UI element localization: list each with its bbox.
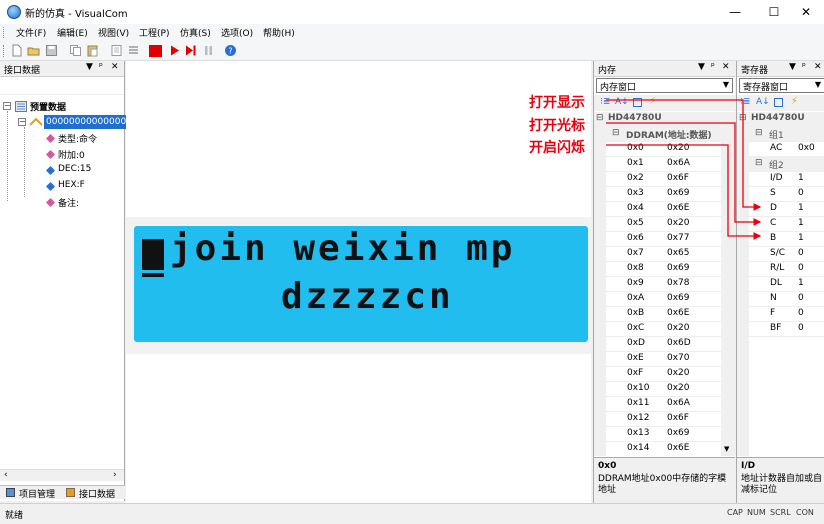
- num-indicator: NUM: [747, 508, 766, 517]
- cap-indicator: CAP: [727, 508, 743, 517]
- con-indicator: CON: [796, 508, 814, 517]
- annotation-arrows: [606, 99, 762, 240]
- arrow-cursor: [606, 122, 762, 226]
- status-bar: 就绪 CAP NUM SCRL CON: [0, 503, 824, 524]
- status-text: 就绪: [5, 511, 24, 521]
- scrl-indicator: SCRL: [770, 508, 791, 517]
- arrow-display: [606, 99, 762, 211]
